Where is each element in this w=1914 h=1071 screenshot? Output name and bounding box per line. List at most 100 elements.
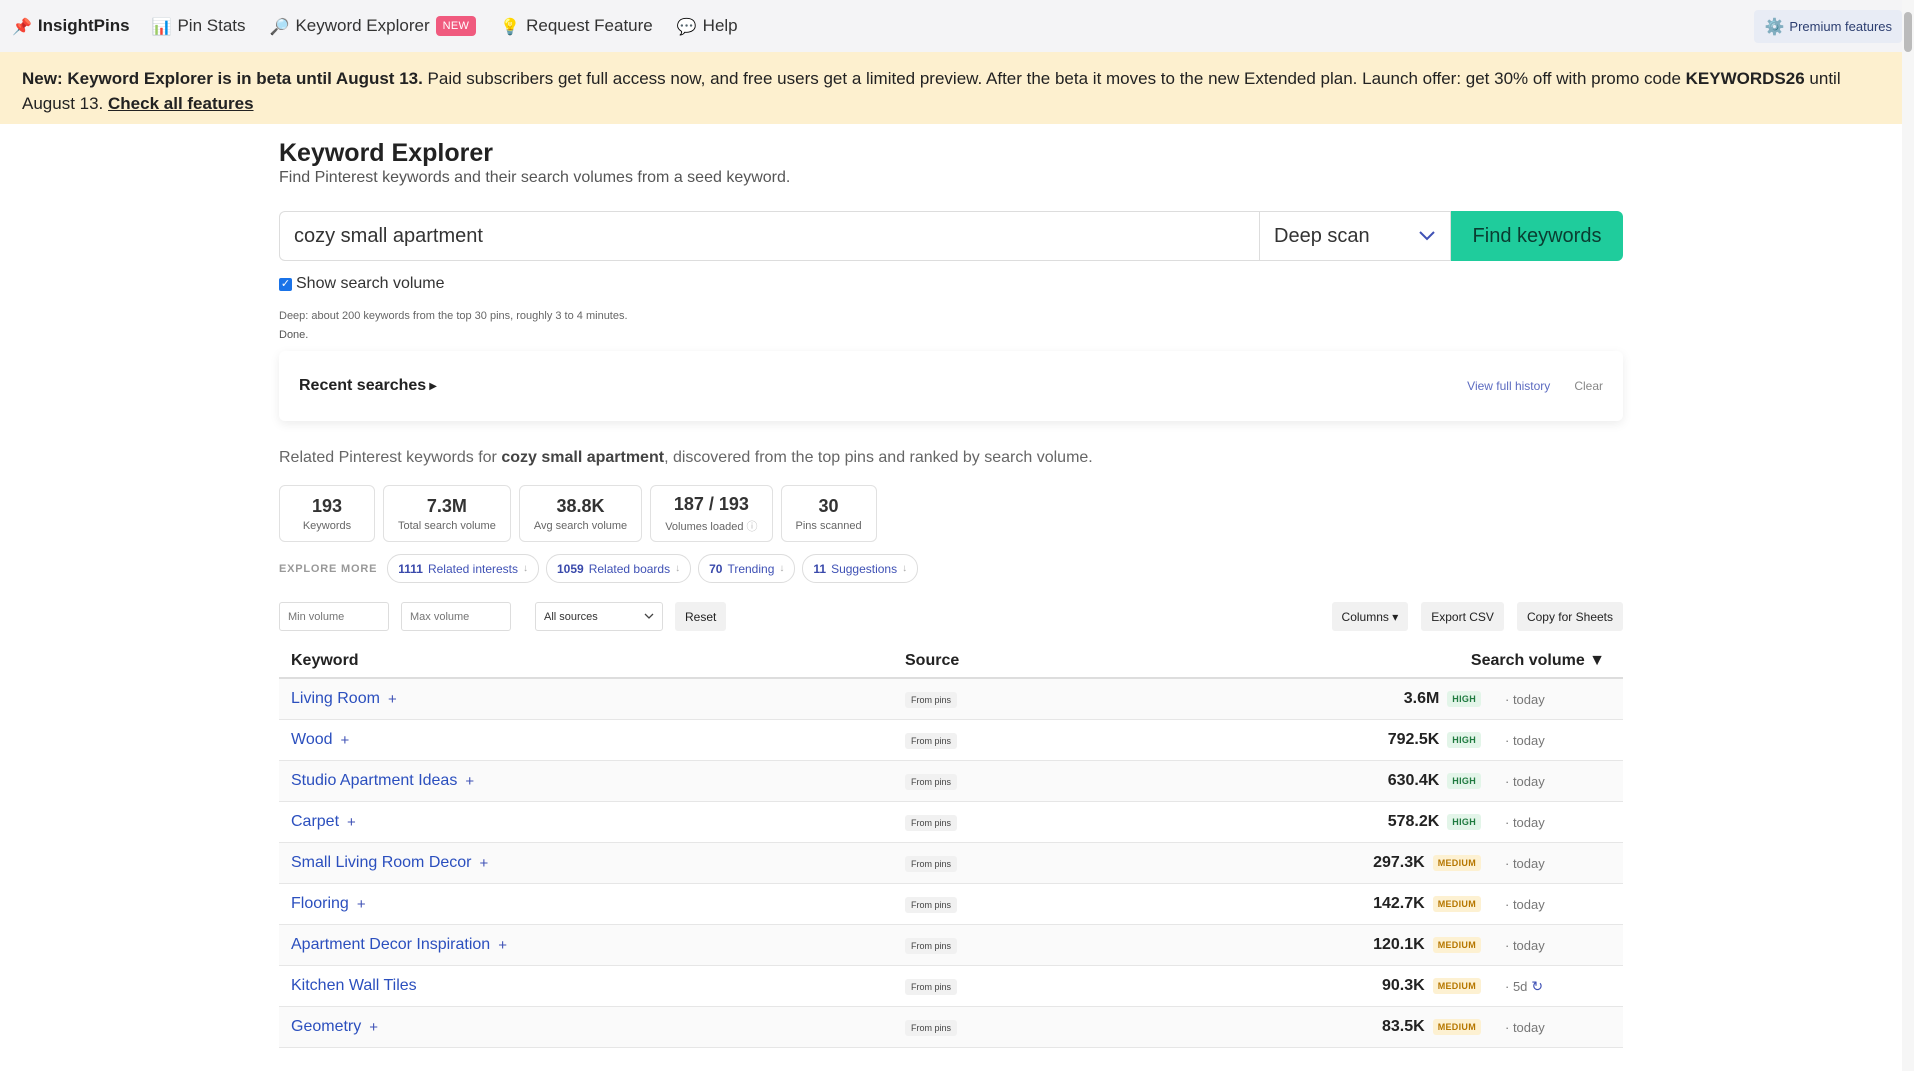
keyword-link[interactable]: Kitchen Wall Tiles bbox=[291, 977, 417, 995]
premium-features-button[interactable]: ⚙️ Premium features bbox=[1754, 9, 1902, 43]
volume-value: 90.3K bbox=[1382, 977, 1425, 994]
checkbox-checked-icon[interactable]: ✓ bbox=[279, 277, 292, 291]
add-keyword-icon[interactable]: + bbox=[480, 855, 489, 872]
table-header: Keyword Source Search volume ▼ bbox=[279, 645, 1623, 679]
volume-cell: 90.3K MEDIUM bbox=[1305, 977, 1481, 995]
min-volume-input[interactable] bbox=[279, 602, 389, 631]
stat-label: Total search volume bbox=[398, 519, 496, 532]
beta-banner: New: Keyword Explorer is in beta until A… bbox=[0, 52, 1914, 124]
check-all-features-link[interactable]: Check all features bbox=[108, 94, 254, 113]
keyword-link[interactable]: Studio Apartment Ideas bbox=[291, 772, 457, 790]
table-row: Geometry + From pins 83.5K MEDIUM · toda… bbox=[279, 1007, 1623, 1048]
banner-lead: New: Keyword Explorer is in beta until A… bbox=[22, 69, 423, 88]
keyword-cell: Wood + bbox=[291, 731, 905, 749]
scrollbar-thumb[interactable] bbox=[1904, 12, 1912, 52]
new-badge: NEW bbox=[435, 16, 477, 36]
volume-cell: 792.5K HIGH bbox=[1305, 731, 1481, 749]
volume-value: 3.6M bbox=[1403, 690, 1440, 707]
chip-label: Related boards bbox=[588, 561, 671, 576]
chip-count: 1059 bbox=[557, 561, 584, 576]
export-csv-button[interactable]: Export CSV bbox=[1421, 602, 1504, 631]
nav-keyword-explorer-label: Keyword Explorer bbox=[295, 16, 430, 35]
volume-level-badge: MEDIUM bbox=[1432, 1019, 1481, 1035]
volume-cell: 120.1K MEDIUM bbox=[1305, 936, 1481, 954]
page-title: Keyword Explorer bbox=[279, 139, 493, 167]
copy-for-sheets-button[interactable]: Copy for Sheets bbox=[1516, 602, 1623, 631]
keyword-link[interactable]: Apartment Decor Inspiration bbox=[291, 936, 490, 954]
keyword-link[interactable]: Geometry bbox=[291, 1018, 361, 1036]
age-text: · today bbox=[1505, 691, 1545, 707]
keyword-cell: Studio Apartment Ideas + bbox=[291, 772, 905, 790]
keyword-link[interactable]: Flooring bbox=[291, 895, 349, 913]
chevron-down-icon bbox=[1419, 231, 1435, 241]
chip-related-boards[interactable]: 1059 Related boards ↓ bbox=[546, 554, 692, 583]
info-icon[interactable]: ⓘ bbox=[747, 521, 758, 533]
table-row: Living Room + From pins 3.6M HIGH · toda… bbox=[279, 679, 1623, 720]
header-keyword[interactable]: Keyword bbox=[291, 652, 905, 670]
main-content: Keyword Explorer Find Pinterest keywords… bbox=[279, 138, 1623, 1048]
clear-history-link[interactable]: Clear bbox=[1574, 379, 1603, 393]
nav-keyword-explorer[interactable]: 🔎 Keyword Explorer NEW bbox=[270, 16, 477, 36]
keyword-link[interactable]: Carpet bbox=[291, 813, 339, 831]
add-keyword-icon[interactable]: + bbox=[341, 732, 350, 749]
keyword-link[interactable]: Small Living Room Decor bbox=[291, 854, 472, 872]
volume-cell: 142.7K MEDIUM bbox=[1305, 895, 1481, 913]
source-filter-select[interactable]: All sources bbox=[535, 602, 663, 631]
triangle-right-icon: ▶ bbox=[429, 380, 437, 392]
nav-help[interactable]: 💬 Help bbox=[677, 16, 738, 36]
add-keyword-icon[interactable]: + bbox=[498, 937, 507, 954]
recent-searches-card: Recent searches ▶ View full history Clea… bbox=[279, 351, 1623, 421]
table-row: Studio Apartment Ideas + From pins 630.4… bbox=[279, 761, 1623, 802]
show-volume-toggle[interactable]: ✓ Show search volume bbox=[279, 275, 1623, 293]
volume-level-badge: MEDIUM bbox=[1432, 855, 1481, 871]
explore-more-label: EXPLORE MORE bbox=[279, 562, 378, 575]
columns-button[interactable]: Columns ▾ bbox=[1331, 602, 1409, 631]
add-keyword-icon[interactable]: + bbox=[347, 814, 356, 831]
view-full-history-link[interactable]: View full history bbox=[1467, 379, 1550, 393]
table-body: Living Room + From pins 3.6M HIGH · toda… bbox=[279, 679, 1623, 1048]
nav-pin-stats[interactable]: 📊 Pin Stats bbox=[152, 16, 246, 36]
volume-cell: 83.5K MEDIUM bbox=[1305, 1018, 1481, 1036]
banner-body: Paid subscribers get full access now, an… bbox=[422, 69, 1686, 88]
recent-searches-toggle[interactable]: Recent searches ▶ bbox=[299, 377, 437, 395]
refresh-icon[interactable]: ↻ bbox=[1531, 978, 1543, 995]
find-keywords-button[interactable]: Find keywords bbox=[1451, 211, 1623, 261]
age-text: · today bbox=[1505, 855, 1545, 871]
keyword-link[interactable]: Living Room bbox=[291, 690, 380, 708]
brand-logo[interactable]: 📌 InsightPins bbox=[12, 16, 130, 36]
volume-value: 297.3K bbox=[1373, 854, 1425, 871]
keyword-link[interactable]: Wood bbox=[291, 731, 333, 749]
source-cell: From pins bbox=[905, 895, 1305, 913]
scan-hint: Deep: about 200 keywords from the top 30… bbox=[279, 310, 628, 322]
age-cell: · today bbox=[1481, 938, 1581, 953]
age-text: · today bbox=[1505, 937, 1545, 953]
header-source[interactable]: Source bbox=[905, 652, 1305, 670]
chip-trending[interactable]: 70 Trending ↓ bbox=[698, 554, 796, 583]
source-cell: From pins bbox=[905, 813, 1305, 831]
reset-button[interactable]: Reset bbox=[675, 602, 727, 631]
volume-cell: 3.6M HIGH bbox=[1305, 690, 1481, 708]
chip-dropdown-icon: ↓ bbox=[779, 563, 785, 574]
source-pill: From pins bbox=[905, 692, 958, 708]
chip-suggestions[interactable]: 11 Suggestions ↓ bbox=[802, 554, 919, 583]
scan-mode-select[interactable]: Deep scan bbox=[1259, 211, 1451, 261]
add-keyword-icon[interactable]: + bbox=[465, 773, 474, 790]
nav-request-feature[interactable]: 💡 Request Feature bbox=[500, 16, 653, 36]
table-row: Carpet + From pins 578.2K HIGH · today bbox=[279, 802, 1623, 843]
pushpin-icon: 📌 bbox=[12, 16, 32, 36]
source-pill: From pins bbox=[905, 774, 958, 790]
stat-value: 7.3M bbox=[426, 495, 467, 516]
age-text: · today bbox=[1505, 1019, 1545, 1035]
age-cell: · today bbox=[1481, 1020, 1581, 1035]
stat-value: 30 bbox=[818, 495, 839, 516]
chip-related-interests[interactable]: 1111 Related interests ↓ bbox=[387, 554, 539, 583]
max-volume-input[interactable] bbox=[401, 602, 511, 631]
add-keyword-icon[interactable]: + bbox=[369, 1019, 378, 1036]
source-cell: From pins bbox=[905, 936, 1305, 954]
add-keyword-icon[interactable]: + bbox=[357, 896, 366, 913]
page-scrollbar[interactable] bbox=[1902, 0, 1914, 1071]
header-search-volume[interactable]: Search volume ▼ bbox=[1305, 652, 1611, 670]
age-cell: · today bbox=[1481, 815, 1581, 830]
add-keyword-icon[interactable]: + bbox=[388, 691, 397, 708]
seed-keyword-input[interactable] bbox=[279, 211, 1259, 261]
